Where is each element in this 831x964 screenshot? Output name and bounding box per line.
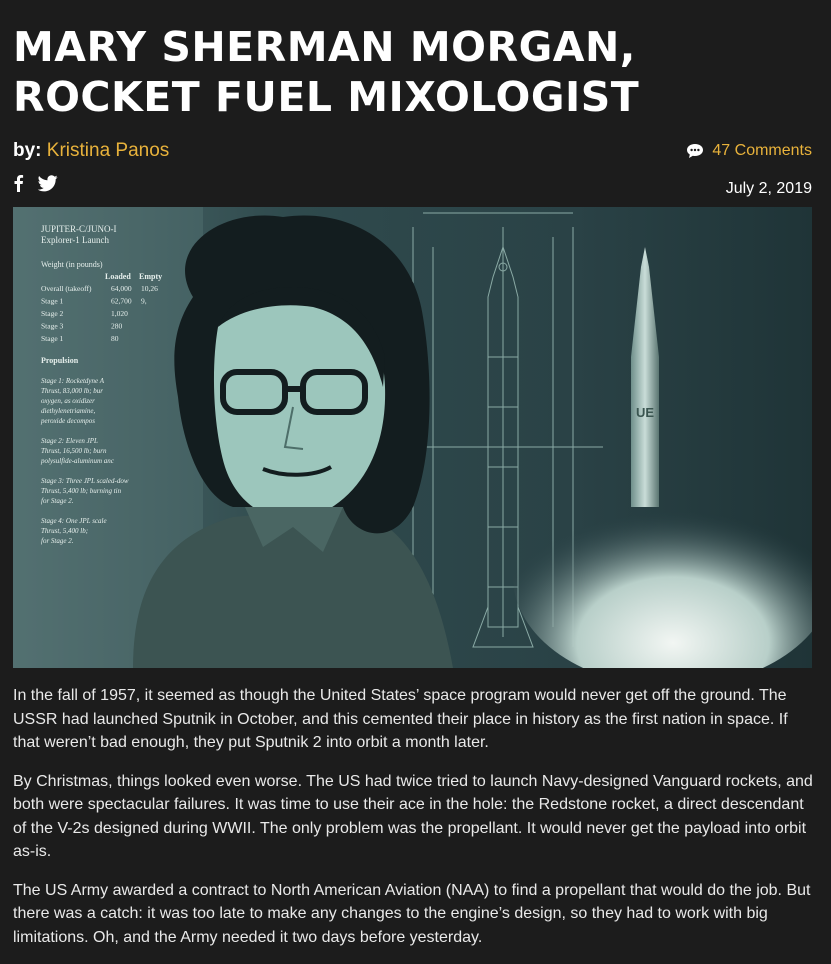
spec-row-empty: 9,: [141, 297, 147, 306]
byline-prefix: by:: [13, 140, 42, 161]
article-body: In the fall of 1957, it seemed as though…: [13, 684, 818, 964]
comments-count: 47 Comments: [712, 142, 812, 159]
spec-row-loaded: 64,000: [111, 284, 132, 293]
spec-row-empty: 10,26: [141, 284, 158, 293]
byline: by: Kristina Panos: [13, 140, 169, 162]
spec-row-label: Overall (takeoff): [41, 284, 92, 293]
spec-row-loaded: 1,020: [111, 309, 128, 318]
hero-illustration-art: UE JUPITER-C/JUNO-I Explorer-1 Launch We…: [13, 207, 812, 668]
spec-note-line: Stage 4: One JPL scale: [41, 517, 107, 525]
comments-link[interactable]: 47 Comments: [686, 142, 812, 160]
spec-note-line: for Stage 2.: [41, 537, 74, 545]
spec-note-line: Thrust, 5,400 lb;: [41, 527, 88, 535]
spec-heading-1: JUPITER-C/JUNO-I: [41, 224, 117, 234]
spec-note-line: for Stage 2.: [41, 497, 74, 505]
spec-row-label: Stage 1: [41, 334, 64, 343]
article-paragraph: The US Army awarded a contract to North …: [13, 881, 811, 946]
article-paragraph: In the fall of 1957, it seemed as though…: [13, 687, 788, 751]
spec-row-loaded: 80: [111, 334, 119, 343]
author-link[interactable]: Kristina Panos: [47, 140, 170, 161]
spec-note-line: Thrust, 83,000 lb; bur: [41, 387, 103, 395]
hero-illustration: UE JUPITER-C/JUNO-I Explorer-1 Launch We…: [13, 207, 812, 668]
article-paragraph: By Christmas, things looked even worse. …: [13, 772, 813, 861]
spec-note-line: peroxide decompos: [40, 417, 95, 425]
spec-note-line: diethylenetriamine,: [41, 407, 95, 415]
spec-heading-2: Explorer-1 Launch: [41, 235, 110, 245]
article-title: MARY SHERMAN MORGAN, ROCKET FUEL MIXOLOG…: [13, 23, 640, 121]
spec-note-line: oxygen, as oxidizer: [41, 397, 95, 405]
spec-note-line: Stage 2: Eleven JPL: [41, 437, 98, 445]
spec-weight-label: Weight (in pounds): [41, 260, 103, 269]
spec-row-loaded: 62,700: [111, 297, 132, 306]
social-share: [13, 174, 58, 197]
rocket-marking: UE: [636, 405, 654, 420]
spec-row-loaded: 280: [111, 322, 123, 331]
post-date: July 2, 2019: [725, 180, 812, 197]
spec-note-line: polysulfide-aluminum anc: [40, 457, 115, 465]
facebook-icon[interactable]: [13, 174, 24, 197]
spec-col-empty: Empty: [139, 272, 162, 281]
spec-col-loaded: Loaded: [105, 272, 131, 281]
spec-row-label: Stage 2: [41, 309, 64, 318]
spec-note-line: Thrust, 16,500 lb; burn: [41, 447, 107, 455]
spec-propulsion-label: Propulsion: [41, 356, 79, 365]
spec-row-label: Stage 1: [41, 297, 64, 306]
comment-bubble-icon: [686, 143, 704, 159]
spec-row-label: Stage 3: [41, 322, 64, 331]
article-page: MARY SHERMAN MORGAN, ROCKET FUEL MIXOLOG…: [0, 0, 831, 946]
twitter-icon[interactable]: [37, 174, 58, 197]
spec-note-line: Stage 1: Rocketdyne A: [41, 377, 105, 385]
spec-note-line: Stage 3: Three JPL scaled-dow: [41, 477, 129, 485]
spec-note-line: Thrust, 5,400 lb; burning tin: [41, 487, 122, 495]
